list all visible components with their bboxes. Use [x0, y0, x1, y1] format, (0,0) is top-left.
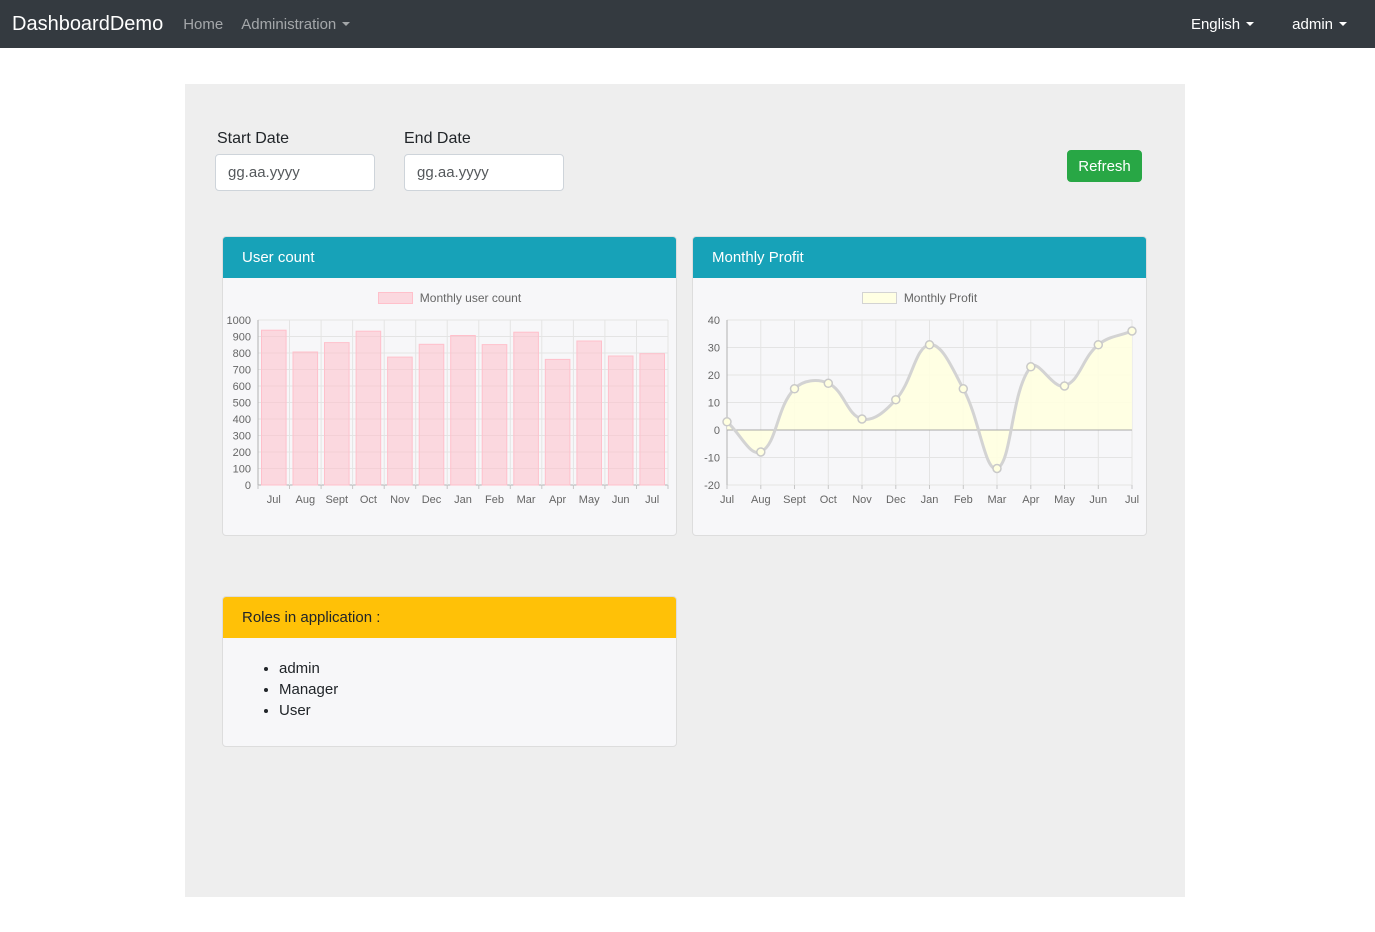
- language-label: English: [1191, 16, 1240, 33]
- svg-text:Jan: Jan: [454, 494, 472, 506]
- svg-text:10: 10: [708, 398, 720, 410]
- svg-text:Feb: Feb: [954, 494, 973, 506]
- caret-down-icon: [1246, 22, 1254, 26]
- svg-text:Sept: Sept: [783, 494, 806, 506]
- brand-link[interactable]: DashboardDemo: [12, 13, 163, 36]
- nav-home-link[interactable]: Home: [183, 16, 223, 33]
- svg-text:0: 0: [714, 425, 720, 437]
- svg-text:Mar: Mar: [517, 494, 536, 506]
- svg-text:-10: -10: [704, 453, 720, 465]
- svg-text:Dec: Dec: [422, 494, 442, 506]
- legend-label: Monthly Profit: [904, 291, 977, 305]
- monthly-profit-panel-header: Monthly Profit: [693, 237, 1146, 278]
- svg-text:100: 100: [233, 464, 251, 476]
- svg-text:Nov: Nov: [852, 494, 872, 506]
- end-date-label: End Date: [404, 130, 471, 148]
- nav-administration-dropdown[interactable]: Administration: [241, 16, 350, 33]
- svg-text:Feb: Feb: [485, 494, 504, 506]
- navbar: DashboardDemo Home Administration Englis…: [0, 0, 1375, 48]
- role-item: admin: [279, 658, 676, 679]
- user-count-panel-title: User count: [242, 249, 315, 266]
- svg-text:-20: -20: [704, 480, 720, 492]
- role-item: User: [279, 700, 676, 721]
- refresh-button[interactable]: Refresh: [1067, 150, 1142, 182]
- monthly-profit-panel-title: Monthly Profit: [712, 249, 804, 266]
- svg-text:Apr: Apr: [1022, 494, 1039, 506]
- svg-text:300: 300: [233, 431, 251, 443]
- user-count-panel: User count Monthly user count 0 100 200 300…: [222, 236, 677, 536]
- svg-text:1000: 1000: [227, 315, 251, 327]
- svg-text:20: 20: [708, 370, 720, 382]
- legend-label: Monthly user count: [420, 291, 521, 305]
- svg-text:400: 400: [233, 414, 251, 426]
- legend-swatch: [862, 292, 897, 304]
- svg-text:Sept: Sept: [325, 494, 348, 506]
- user-menu-dropdown[interactable]: admin: [1292, 16, 1347, 33]
- svg-text:40: 40: [708, 315, 720, 327]
- monthly-profit-line-chart: -20 -10 0 10 20 30 40 Jul Aug Sept Oct Nov Dec Jan Feb…: [693, 312, 1146, 527]
- svg-text:Mar: Mar: [988, 494, 1007, 506]
- roles-list: admin Manager User: [223, 658, 676, 721]
- svg-text:Oct: Oct: [820, 494, 837, 506]
- legend-swatch: [378, 292, 413, 304]
- nav-administration-label: Administration: [241, 16, 336, 33]
- user-count-bar-chart: 0 100 200 300 400 500 600 700 800 900 1000 Jul Aug Se…: [223, 312, 676, 527]
- svg-text:900: 900: [233, 332, 251, 344]
- start-date-label: Start Date: [217, 130, 289, 148]
- roles-panel-body: admin Manager User: [223, 658, 676, 721]
- svg-text:Jul: Jul: [645, 494, 659, 506]
- svg-text:Dec: Dec: [886, 494, 906, 506]
- svg-text:700: 700: [233, 365, 251, 377]
- caret-down-icon: [1339, 22, 1347, 26]
- svg-text:Aug: Aug: [296, 494, 316, 506]
- start-date-input[interactable]: [215, 154, 375, 191]
- navbar-right: English admin: [1153, 16, 1375, 33]
- svg-text:600: 600: [233, 381, 251, 393]
- monthly-profit-legend: Monthly Profit: [693, 290, 1146, 306]
- dashboard-container: Start Date End Date Refresh User count M…: [185, 84, 1185, 897]
- monthly-profit-panel: Monthly Profit Monthly Profit -20 -10 0 10 2…: [692, 236, 1147, 536]
- user-count-panel-body: Monthly user count 0 100 200 300 400 500 600 70…: [223, 290, 676, 527]
- roles-panel-title: Roles in application :: [242, 609, 380, 626]
- end-date-input[interactable]: [404, 154, 564, 191]
- svg-text:May: May: [1054, 494, 1075, 506]
- caret-down-icon: [342, 22, 350, 26]
- svg-text:May: May: [579, 494, 600, 506]
- svg-text:Aug: Aug: [751, 494, 771, 506]
- svg-text:Jan: Jan: [921, 494, 939, 506]
- svg-text:Jun: Jun: [1089, 494, 1107, 506]
- svg-text:Jul: Jul: [1125, 494, 1139, 506]
- svg-text:Apr: Apr: [549, 494, 566, 506]
- svg-text:500: 500: [233, 398, 251, 410]
- svg-text:0: 0: [245, 480, 251, 492]
- svg-text:200: 200: [233, 447, 251, 459]
- roles-panel: Roles in application : admin Manager Use…: [222, 596, 677, 747]
- monthly-profit-panel-body: Monthly Profit -20 -10 0 10 20 30 40 Jul Aug Sept…: [693, 290, 1146, 527]
- svg-text:Oct: Oct: [360, 494, 377, 506]
- svg-text:800: 800: [233, 348, 251, 360]
- svg-text:Jul: Jul: [720, 494, 734, 506]
- user-label: admin: [1292, 16, 1333, 33]
- svg-text:30: 30: [708, 343, 720, 355]
- svg-text:Nov: Nov: [390, 494, 410, 506]
- svg-text:Jul: Jul: [267, 494, 281, 506]
- user-count-panel-header: User count: [223, 237, 676, 278]
- user-count-legend: Monthly user count: [223, 290, 676, 306]
- roles-panel-header: Roles in application :: [223, 597, 676, 638]
- svg-text:Jun: Jun: [612, 494, 630, 506]
- language-dropdown[interactable]: English: [1191, 16, 1254, 33]
- role-item: Manager: [279, 679, 676, 700]
